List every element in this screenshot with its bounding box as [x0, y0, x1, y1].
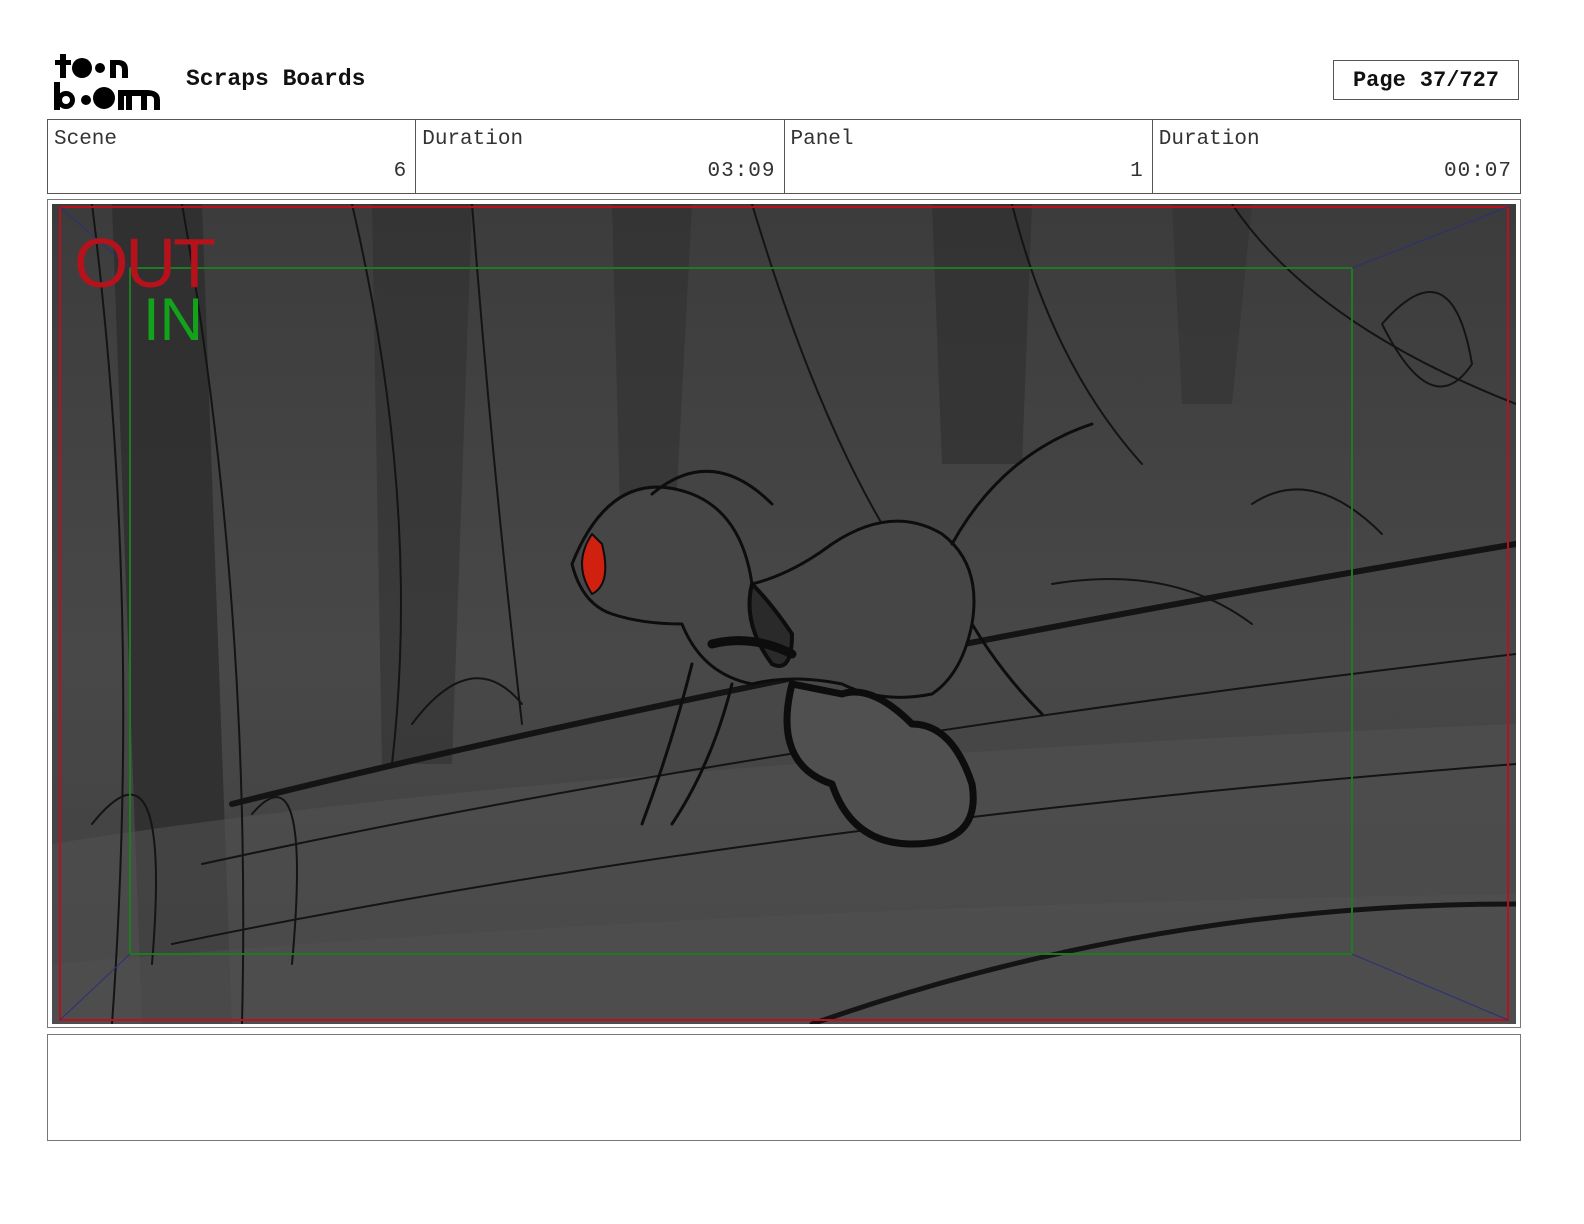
toonboom-logo	[54, 54, 160, 110]
scene-duration-label: Duration	[422, 128, 524, 151]
page-label: Page	[1352, 67, 1406, 93]
panel-duration-cell: Duration 00:07	[1151, 120, 1520, 193]
panel-notes-box	[47, 1034, 1521, 1141]
scene-label: Scene	[54, 128, 118, 151]
panel-info-table: Scene 6 Duration 03:09 Panel 1 Duration …	[47, 119, 1521, 194]
panel-cell: Panel 1	[783, 120, 1152, 193]
in-frame-label: IN	[143, 286, 203, 353]
page-indicator: Page 37/727	[1333, 60, 1519, 100]
page-number: 37/727	[1419, 67, 1500, 93]
panel-label: Panel	[790, 128, 854, 151]
panel-duration-label: Duration	[1158, 128, 1260, 151]
scene-number: 6	[393, 160, 408, 183]
scene-cell: Scene 6	[48, 120, 415, 193]
project-title: Scraps Boards	[186, 66, 366, 92]
panel-number: 1	[1130, 160, 1144, 183]
panel-duration-value: 00:07	[1443, 160, 1512, 183]
storyboard-panel-image	[52, 204, 1516, 1024]
scene-duration-value: 03:09	[707, 160, 776, 183]
scene-duration-cell: Duration 03:09	[415, 120, 783, 193]
